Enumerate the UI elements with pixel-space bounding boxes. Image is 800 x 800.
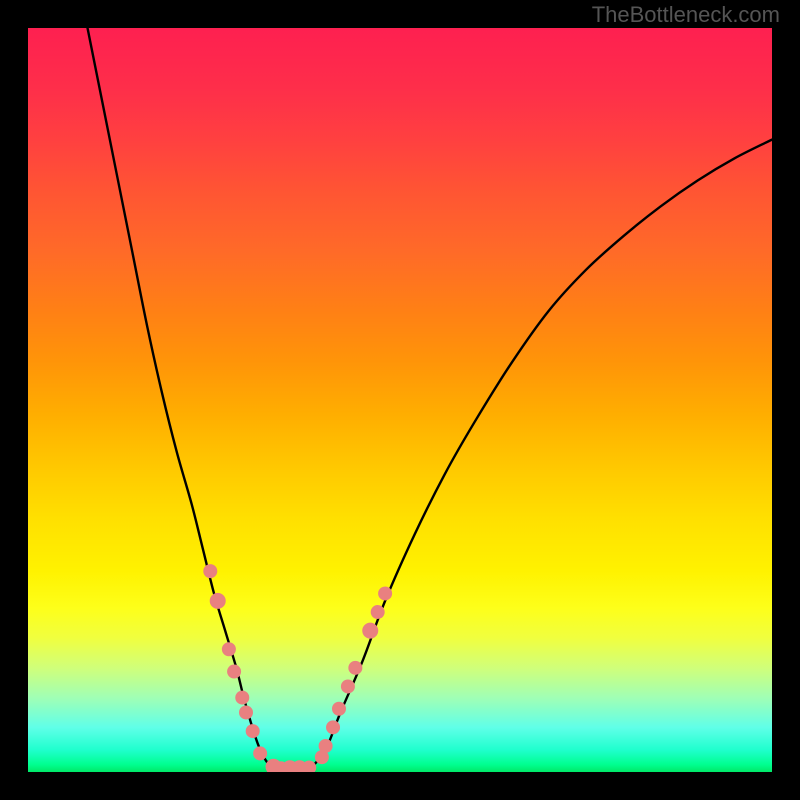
data-marker bbox=[253, 746, 267, 760]
data-marker bbox=[332, 702, 346, 716]
curve-right-curve bbox=[311, 140, 772, 769]
marker-group bbox=[203, 564, 392, 772]
curve-left-curve bbox=[88, 28, 274, 768]
data-marker bbox=[348, 661, 362, 675]
chart-container bbox=[28, 28, 772, 772]
curve-group bbox=[88, 28, 772, 771]
data-marker bbox=[239, 705, 253, 719]
data-marker bbox=[371, 605, 385, 619]
data-marker bbox=[319, 739, 333, 753]
data-marker bbox=[326, 720, 340, 734]
watermark-text: TheBottleneck.com bbox=[592, 2, 780, 28]
data-marker bbox=[227, 665, 241, 679]
data-marker bbox=[210, 593, 226, 609]
data-marker bbox=[203, 564, 217, 578]
data-marker bbox=[222, 642, 236, 656]
data-marker bbox=[362, 623, 378, 639]
data-marker bbox=[341, 679, 355, 693]
data-marker bbox=[235, 691, 249, 705]
data-marker bbox=[246, 724, 260, 738]
chart-svg bbox=[28, 28, 772, 772]
data-marker bbox=[378, 586, 392, 600]
